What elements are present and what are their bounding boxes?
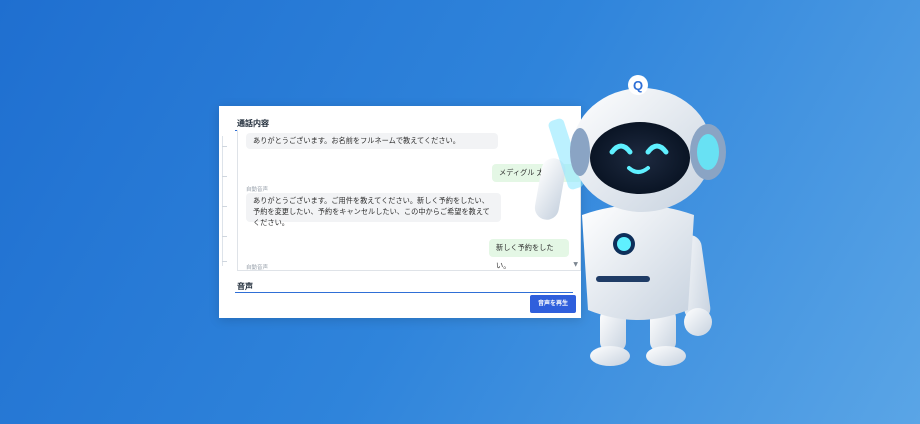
bot-message-3-label: 自動音声 (246, 265, 269, 271)
audio-title: 音声 (237, 282, 253, 291)
conversation-title: 通話内容 (237, 119, 269, 128)
bot-message-2-label: 自動音声 (246, 187, 269, 193)
robot-mascot-icon: Q (534, 75, 726, 366)
bot-message-1: ありがとうございます。お名前をフルネームで教えてください。 (246, 133, 498, 149)
svg-text:Q: Q (633, 78, 643, 93)
left-rule (222, 136, 223, 266)
bot-message-2: ありがとうございます。ご用件を教えてください。新しく予約をしたい、予約を変更した… (246, 193, 501, 227)
